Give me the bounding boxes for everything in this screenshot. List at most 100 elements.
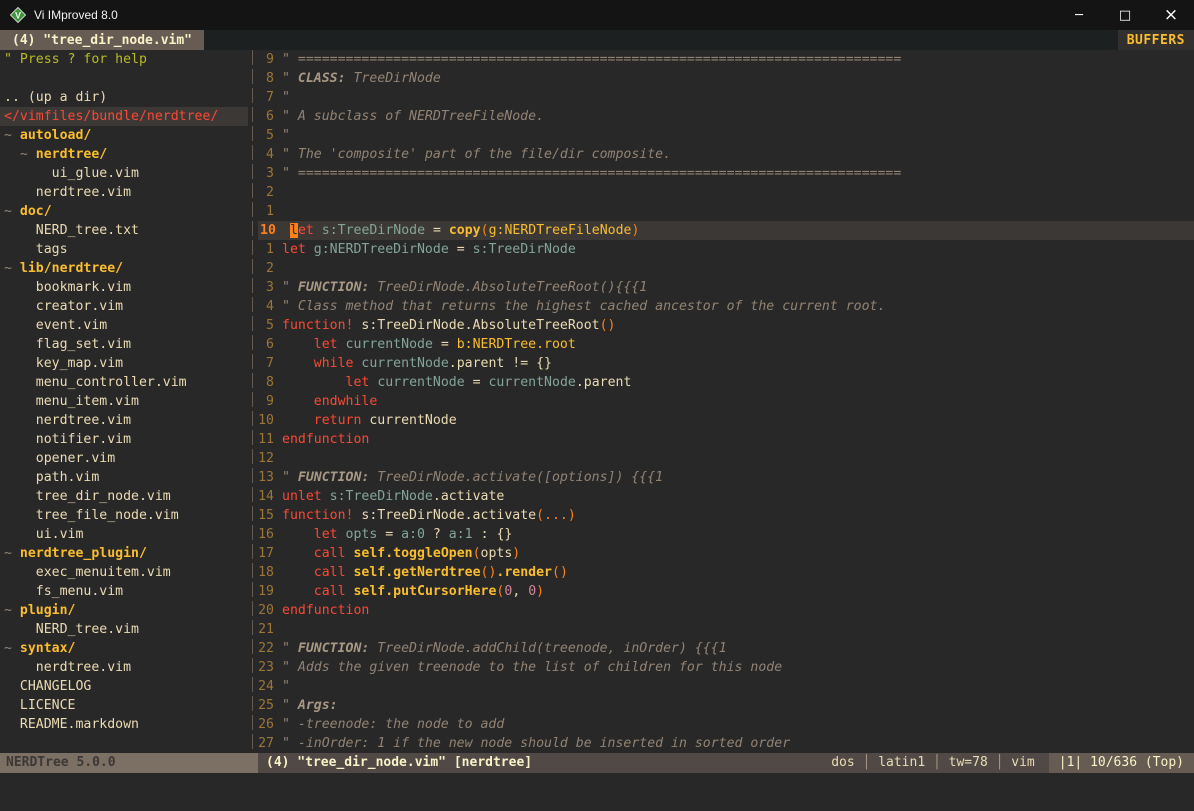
tree-item-label: NERD_tree.txt (36, 223, 139, 238)
tree-file[interactable]: exec_menuitem.vim (0, 563, 248, 582)
tree-file[interactable]: path.vim (0, 468, 248, 487)
tree-file[interactable]: NERD_tree.vim (0, 620, 248, 639)
code-line[interactable]: 9 endwhile (258, 392, 1194, 411)
tree-file[interactable]: ui.vim (0, 525, 248, 544)
main-statusline: (4) "tree_dir_node.vim" [nerdtree] dos │… (258, 753, 1194, 773)
code-line[interactable]: 1let g:NERDTreeDirNode = s:TreeDirNode (258, 240, 1194, 259)
tree-file[interactable]: LICENCE (0, 696, 248, 715)
tab-current[interactable]: (4) "tree_dir_node.vim" (0, 30, 204, 50)
tree-item-label: autoload/ (20, 128, 91, 143)
code-line[interactable]: 6" A subclass of NERDTreeFileNode. (258, 107, 1194, 126)
code-line[interactable]: 12 (258, 449, 1194, 468)
code-line[interactable]: 15function! s:TreeDirNode.activate(...) (258, 506, 1194, 525)
tree-item-label: key_map.vim (36, 356, 123, 371)
code-line[interactable]: 3" =====================================… (258, 164, 1194, 183)
code-line[interactable]: 20endfunction (258, 601, 1194, 620)
code-line[interactable]: 21 (258, 620, 1194, 639)
code-text: call self.getNerdtree().render() (282, 563, 568, 582)
code-line[interactable]: 11endfunction (258, 430, 1194, 449)
window-separator[interactable] (248, 50, 258, 753)
code-text: let currentNode = b:NERDTree.root (282, 335, 576, 354)
tree-file[interactable]: menu_item.vim (0, 392, 248, 411)
tree-dir[interactable]: ~ plugin/ (0, 601, 248, 620)
tree-updir[interactable]: .. (up a dir) (0, 88, 248, 107)
tree-file[interactable]: ui_glue.vim (0, 164, 248, 183)
minimize-button[interactable]: ─ (1056, 0, 1102, 30)
tree-dir[interactable]: ~ syntax/ (0, 639, 248, 658)
tree-file[interactable]: opener.vim (0, 449, 248, 468)
code-line[interactable]: 13" FUNCTION: TreeDirNode.activate([opti… (258, 468, 1194, 487)
tree-file[interactable]: NERD_tree.txt (0, 221, 248, 240)
tree-file[interactable]: nerdtree.vim (0, 411, 248, 430)
line-number: 2 (258, 183, 282, 202)
code-text: " CLASS: TreeDirNode (282, 69, 441, 88)
tree-file[interactable]: creator.vim (0, 297, 248, 316)
code-line[interactable]: 18 call self.getNerdtree().render() (258, 563, 1194, 582)
code-text: let s:TreeDirNode = copy(g:NERDTreeFileN… (290, 221, 639, 240)
tree-dir[interactable]: ~ autoload/ (0, 126, 248, 145)
tree-item-prefix (4, 242, 36, 257)
code-line[interactable]: 25" Args: (258, 696, 1194, 715)
code-line[interactable]: 7" (258, 88, 1194, 107)
minimize-icon: ─ (1075, 8, 1083, 23)
tree-file[interactable]: event.vim (0, 316, 248, 335)
tree-file[interactable]: tags (0, 240, 248, 259)
tree-file[interactable]: notifier.vim (0, 430, 248, 449)
tree-file[interactable]: key_map.vim (0, 354, 248, 373)
tree-file[interactable]: tree_file_node.vim (0, 506, 248, 525)
code-line[interactable]: 9" =====================================… (258, 50, 1194, 69)
tree-dir[interactable]: ~ nerdtree/ (0, 145, 248, 164)
code-line[interactable]: 19 call self.putCursorHere(0, 0) (258, 582, 1194, 601)
line-number: 16 (258, 525, 282, 544)
code-text: let currentNode = currentNode.parent (282, 373, 631, 392)
code-text: " A subclass of NERDTreeFileNode. (282, 107, 544, 126)
code-line[interactable]: 1 (258, 202, 1194, 221)
tree-dir[interactable]: ~ nerdtree_plugin/ (0, 544, 248, 563)
code-line[interactable]: 5function! s:TreeDirNode.AbsoluteTreeRoo… (258, 316, 1194, 335)
code-line[interactable]: 8" CLASS: TreeDirNode (258, 69, 1194, 88)
code-text: call self.toggleOpen(opts) (282, 544, 520, 563)
tree-dir[interactable]: ~ lib/nerdtree/ (0, 259, 248, 278)
tree-item-label (4, 71, 12, 86)
tree-file[interactable]: bookmark.vim (0, 278, 248, 297)
code-line[interactable]: 7 while currentNode.parent != {} (258, 354, 1194, 373)
tree-blank (0, 69, 248, 88)
close-icon: × (1164, 5, 1178, 25)
tree-file[interactable]: CHANGELOG (0, 677, 248, 696)
code-line[interactable]: 5" (258, 126, 1194, 145)
code-line[interactable]: 4" The 'composite' part of the file/dir … (258, 145, 1194, 164)
tree-file[interactable]: menu_controller.vim (0, 373, 248, 392)
code-line[interactable]: 16 let opts = a:0 ? a:1 : {} (258, 525, 1194, 544)
code-line[interactable]: 27" -inOrder: 1 if the new node should b… (258, 734, 1194, 753)
code-line[interactable]: 26" -treenode: the node to add (258, 715, 1194, 734)
code-line[interactable]: 2 (258, 183, 1194, 202)
tree-file[interactable]: nerdtree.vim (0, 183, 248, 202)
close-button[interactable]: × (1148, 0, 1194, 30)
line-number: 6 (258, 335, 282, 354)
tree-file[interactable]: README.markdown (0, 715, 248, 734)
code-line[interactable]: 8 let currentNode = currentNode.parent (258, 373, 1194, 392)
code-line[interactable]: 17 call self.toggleOpen(opts) (258, 544, 1194, 563)
tree-item-label: plugin/ (20, 603, 76, 618)
code-text: " The 'composite' part of the file/dir c… (282, 145, 671, 164)
tree-dir[interactable]: ~ doc/ (0, 202, 248, 221)
code-line[interactable]: 14unlet s:TreeDirNode.activate (258, 487, 1194, 506)
tree-file[interactable]: nerdtree.vim (0, 658, 248, 677)
tree-file[interactable]: flag_set.vim (0, 335, 248, 354)
tree-item-label: </vimfiles/bundle/nerdtree/ (4, 109, 218, 124)
tree-file[interactable]: fs_menu.vim (0, 582, 248, 601)
tree-file[interactable]: tree_dir_node.vim (0, 487, 248, 506)
tree-item-prefix (4, 375, 36, 390)
code-line[interactable]: 24" (258, 677, 1194, 696)
code-line[interactable]: 23" Adds the given treenode to the list … (258, 658, 1194, 677)
code-line[interactable]: 2 (258, 259, 1194, 278)
code-line[interactable]: 3" FUNCTION: TreeDirNode.AbsoluteTreeRoo… (258, 278, 1194, 297)
code-text: " FUNCTION: TreeDirNode.addChild(treenod… (282, 639, 727, 658)
code-line[interactable]: 10let s:TreeDirNode = copy(g:NERDTreeFil… (258, 221, 1194, 240)
code-line[interactable]: 4" Class method that returns the highest… (258, 297, 1194, 316)
maximize-button[interactable]: □ (1102, 0, 1148, 30)
code-line[interactable]: 6 let currentNode = b:NERDTree.root (258, 335, 1194, 354)
code-line[interactable]: 10 return currentNode (258, 411, 1194, 430)
tree-root[interactable]: </vimfiles/bundle/nerdtree/ (0, 107, 248, 126)
code-line[interactable]: 22" FUNCTION: TreeDirNode.addChild(treen… (258, 639, 1194, 658)
